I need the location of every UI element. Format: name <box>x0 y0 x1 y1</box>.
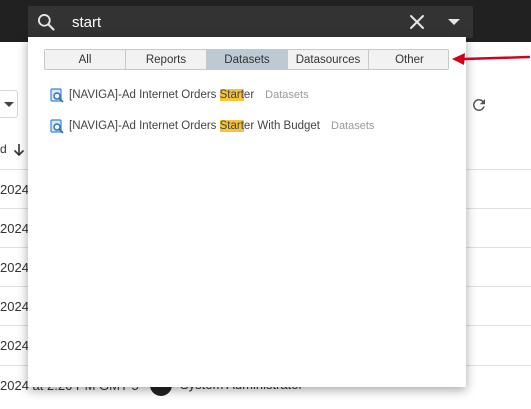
column-header-partial: d <box>0 142 7 156</box>
arrow-down-icon[interactable] <box>13 143 25 157</box>
row-date: 2024 <box>0 182 29 197</box>
search-results-popup: All Reports Datasets Datasources Other [… <box>28 37 466 387</box>
refresh-icon[interactable] <box>470 96 488 114</box>
row-date: 2024 <box>0 260 29 275</box>
search-icon <box>38 14 55 31</box>
tab-other[interactable]: Other <box>369 50 448 69</box>
background-select[interactable] <box>0 90 18 118</box>
chevron-down-icon <box>4 102 14 107</box>
match-highlight: Start <box>219 89 244 101</box>
category-tabs: All Reports Datasets Datasources Other <box>44 49 449 70</box>
result-name: [NAVIGA]-Ad Internet Orders Starter With… <box>69 120 320 132</box>
row-date: 2024 <box>0 338 29 353</box>
search-result-item[interactable]: [NAVIGA]-Ad Internet Orders Starter With… <box>50 116 374 136</box>
top-bar <box>0 0 531 42</box>
tab-all[interactable]: All <box>45 50 126 69</box>
result-type-label: Datasets <box>265 89 309 101</box>
close-icon[interactable] <box>408 13 426 31</box>
result-name: [NAVIGA]-Ad Internet Orders Starter <box>69 89 255 101</box>
dataset-search-icon <box>50 87 64 102</box>
result-type-label: Datasets <box>331 120 375 132</box>
caret-down-icon[interactable] <box>446 14 462 30</box>
search-box <box>28 6 473 38</box>
match-highlight: Start <box>219 120 244 132</box>
dataset-search-icon <box>50 118 64 133</box>
row-date: 2024 <box>0 221 29 236</box>
search-result-item[interactable]: [NAVIGA]-Ad Internet Orders Starter Data… <box>50 85 309 105</box>
tab-datasets[interactable]: Datasets <box>207 50 288 69</box>
tab-reports[interactable]: Reports <box>126 50 207 69</box>
tab-datasources[interactable]: Datasources <box>288 50 369 69</box>
annotation-arrow-icon <box>452 53 531 65</box>
row-date: 2024 <box>0 299 29 314</box>
search-input[interactable] <box>72 10 392 34</box>
